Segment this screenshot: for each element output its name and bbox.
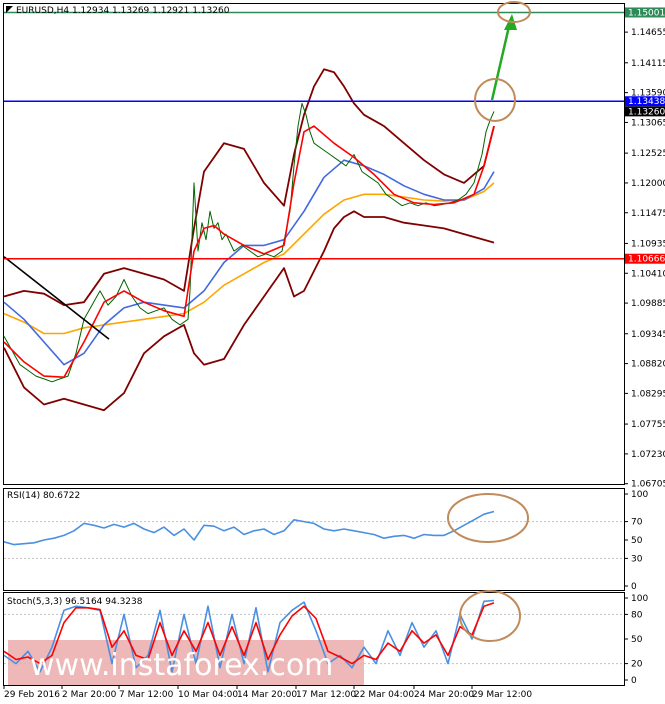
price-tick-label: 1.09345 — [631, 330, 665, 340]
price-tag-label: 1.15001 — [628, 8, 665, 18]
price-tick-label: 1.10410 — [631, 269, 665, 279]
price-tick-label: 1.06705 — [631, 480, 665, 490]
time-tick-label: 24 Mar 20:00 — [414, 690, 474, 700]
price-tick-label: 1.11475 — [631, 209, 665, 219]
price-tag-label: 1.10666 — [628, 255, 665, 265]
stoch-tick-label: 0 — [631, 676, 637, 686]
price-tag-label: 1.13438 — [628, 97, 665, 107]
time-tick-label: 17 Mar 12:00 — [296, 690, 356, 700]
chart-canvas: 1.146551.141151.135901.130651.125251.120… — [3, 1, 665, 700]
price-tick-label: 1.08820 — [631, 360, 665, 370]
price-tick-label: 1.07755 — [631, 420, 665, 430]
time-tick-label: 29 Mar 12:00 — [472, 690, 532, 700]
price-header: EURUSD,H4 1.12934 1.13269 1.12921 1.1326… — [16, 6, 230, 16]
stoch-tick-label: 80 — [631, 610, 643, 620]
rsi-tick-label: 70 — [631, 518, 643, 528]
rsi-tick-label: 0 — [631, 582, 637, 592]
price-tick-label: 1.08295 — [631, 389, 665, 399]
price-tick-label: 1.12525 — [631, 149, 665, 159]
rsi-tick-label: 100 — [631, 490, 648, 500]
rsi-header: RSI(14) 80.6722 — [7, 491, 80, 501]
stoch-tick-label: 20 — [631, 660, 643, 670]
time-tick-label: 2 Mar 20:00 — [62, 690, 117, 700]
time-axis: 29 Feb 2016 2 Mar 20:00 7 Mar 12:00 10 Mar … — [3, 685, 532, 700]
time-tick-label: 14 Mar 20:00 — [237, 690, 297, 700]
price-tick-label: 1.07230 — [631, 450, 665, 460]
price-tick-label: 1.10935 — [631, 239, 665, 249]
stoch-axis: 100 80 50 20 0 — [624, 594, 648, 686]
rsi-axis: 100 70 50 30 0 — [624, 490, 648, 592]
time-tick-label: 29 Feb 2016 — [4, 690, 60, 700]
stoch-tick-label: 50 — [631, 635, 643, 645]
rsi-panel-frame — [3, 488, 625, 591]
price-tag-label: 1.13260 — [628, 107, 665, 117]
rsi-tick-label: 30 — [631, 554, 643, 564]
rsi-tick-label: 50 — [631, 536, 643, 546]
price-tick-label: 1.14115 — [631, 59, 665, 69]
time-tick-label: 22 Mar 04:00 — [354, 690, 414, 700]
stoch-header: Stoch(5,3,3) 96.5164 94.3238 — [7, 597, 143, 607]
time-tick-label: 10 Mar 04:00 — [178, 690, 238, 700]
price-tick-label: 1.09885 — [631, 299, 665, 309]
watermark-text: www.instaforex.com — [30, 648, 333, 683]
price-tick-label: 1.14655 — [631, 28, 665, 38]
time-tick-label: 7 Mar 12:00 — [119, 690, 174, 700]
price-panel-frame — [3, 3, 625, 485]
stoch-tick-label: 100 — [631, 594, 648, 604]
price-tick-label: 1.13065 — [631, 118, 665, 128]
price-tick-label: 1.12000 — [631, 179, 665, 189]
